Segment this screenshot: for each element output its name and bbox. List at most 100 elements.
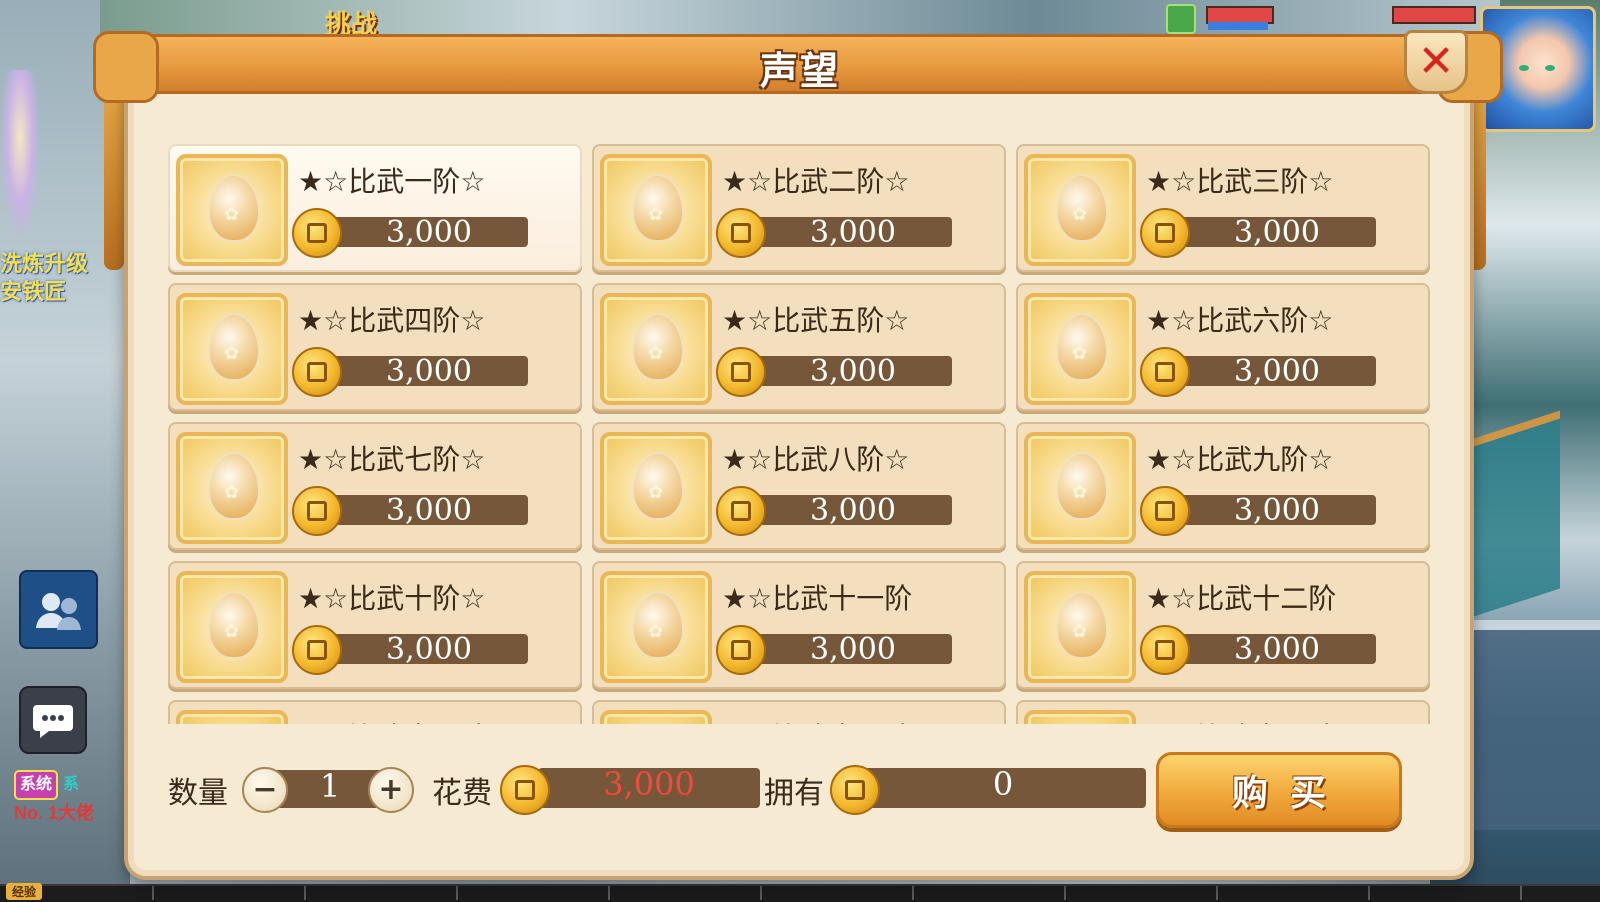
shop-item-card[interactable]: ★☆比武十五阶3,000 — [1016, 700, 1430, 724]
cost-value: 3,000 — [603, 765, 695, 803]
experience-tick — [1064, 886, 1066, 900]
experience-tick — [304, 886, 306, 900]
item-icon-frame — [176, 432, 288, 544]
egg-icon — [632, 452, 684, 520]
egg-icon — [632, 313, 684, 381]
buy-button[interactable]: 购买 — [1156, 752, 1402, 828]
egg-icon — [1056, 452, 1108, 520]
dialog-title: 声望 — [759, 49, 840, 93]
shop-item-card[interactable]: ★☆比武十一阶 3,000 — [592, 561, 1006, 689]
item-name: ★☆比武十阶☆ — [298, 582, 486, 615]
quest-tracker[interactable]: 洗炼升级 安铁匠 — [0, 250, 88, 306]
item-price: 3,000 — [810, 632, 896, 667]
quantity-plus-button[interactable]: + — [368, 767, 414, 813]
experience-tick — [760, 886, 762, 900]
item-name: ★☆比武十五阶 — [1146, 716, 1416, 724]
cost-label: 花费 — [432, 776, 492, 811]
egg-icon — [1056, 313, 1108, 381]
egg-icon — [208, 174, 260, 242]
shop-item-card[interactable]: ★☆比武九阶☆ 3,000 — [1016, 422, 1430, 550]
shop-item-card[interactable]: ★☆比武十四阶3,000 — [592, 700, 1006, 724]
system-message-text: No. 1大佬 — [14, 803, 95, 823]
experience-tick — [608, 886, 610, 900]
experience-tick — [152, 886, 154, 900]
friends-button[interactable] — [19, 570, 98, 649]
item-name: ★☆比武一阶☆ — [298, 165, 486, 198]
item-price: 3,000 — [1234, 354, 1320, 389]
decor-tassel-left — [104, 90, 124, 270]
item-name: ★☆比武三阶☆ — [1146, 165, 1334, 198]
friends-icon — [35, 592, 81, 630]
item-grid[interactable]: ★☆比武一阶☆3,000★☆比武二阶☆3,000★☆比武三阶☆3,000★☆比武… — [168, 144, 1432, 724]
item-name: ★☆比武五阶☆ — [722, 304, 910, 337]
experience-label: 经验 — [6, 883, 43, 900]
character-sprite — [0, 70, 40, 240]
egg-icon — [1056, 174, 1108, 242]
item-price: 3,000 — [1234, 493, 1320, 528]
shop-item-card[interactable]: ★☆比武四阶☆ 3,000 — [168, 283, 582, 411]
item-icon-frame — [176, 571, 288, 683]
chat-bubble-icon — [33, 705, 73, 738]
item-price: 3,000 — [810, 493, 896, 528]
experience-bar — [0, 884, 1600, 902]
experience-tick — [912, 886, 914, 900]
item-icon-frame — [600, 710, 712, 724]
chat-button[interactable] — [19, 686, 87, 754]
shop-item-card[interactable]: ★☆比武五阶☆ 3,000 — [592, 283, 1006, 411]
item-icon-frame — [1024, 154, 1136, 266]
item-icon-frame — [1024, 571, 1136, 683]
egg-icon — [208, 452, 260, 520]
experience-tick — [456, 886, 458, 900]
shop-item-card[interactable]: ★☆比武八阶☆ 3,000 — [592, 422, 1006, 550]
shop-item-card[interactable]: ★☆比武一阶☆ 3,000 — [168, 144, 582, 272]
close-icon: ✕ — [1417, 36, 1455, 87]
shop-item-card[interactable]: ★☆比武十三阶3,000 — [168, 700, 582, 724]
item-name: ★☆比武七阶☆ — [298, 443, 486, 476]
item-name: ★☆比武八阶☆ — [722, 443, 910, 476]
buy-button-label: 购买 — [1231, 773, 1348, 814]
system-channel: 系 — [63, 776, 80, 793]
item-icon-frame — [600, 154, 712, 266]
quantity-minus-button[interactable]: − — [242, 767, 288, 813]
item-name: ★☆比武六阶☆ — [1146, 304, 1334, 337]
shop-item-card[interactable]: ★☆比武七阶☆ 3,000 — [168, 422, 582, 550]
item-icon-frame — [1024, 432, 1136, 544]
experience-tick — [1368, 886, 1370, 900]
shop-item-card[interactable]: ★☆比武十二阶 3,000 — [1016, 561, 1430, 689]
shop-item-card[interactable]: ★☆比武二阶☆ 3,000 — [592, 144, 1006, 272]
item-name: ★☆比武二阶☆ — [722, 165, 910, 198]
experience-tick — [1216, 886, 1218, 900]
quest-line-1: 洗炼升级 — [0, 251, 89, 276]
item-icon-frame — [176, 293, 288, 405]
item-icon-frame — [600, 293, 712, 405]
item-icon-frame — [600, 571, 712, 683]
buff-icon[interactable] — [1166, 4, 1196, 34]
owned-label: 拥有 — [764, 776, 824, 811]
item-price: 3,000 — [1234, 632, 1320, 667]
item-price: 3,000 — [810, 354, 896, 389]
shop-item-card[interactable]: ★☆比武六阶☆ 3,000 — [1016, 283, 1430, 411]
player-hp-bar — [1392, 6, 1476, 24]
egg-icon — [632, 591, 684, 659]
egg-icon — [208, 591, 260, 659]
system-message[interactable]: 系统 系 No. 1大佬 — [14, 770, 94, 826]
close-button[interactable]: ✕ — [1404, 30, 1468, 94]
item-icon-frame — [1024, 710, 1136, 724]
quantity-value[interactable]: 1 — [290, 767, 370, 805]
item-price: 3,000 — [386, 632, 472, 667]
egg-icon — [632, 174, 684, 242]
item-icon-frame — [600, 432, 712, 544]
item-name: ★☆比武十四阶 — [722, 716, 992, 724]
item-name: ★☆比武十三阶 — [298, 716, 568, 724]
system-badge: 系统 — [14, 770, 59, 800]
item-name: ★☆比武十二阶 — [1146, 582, 1337, 615]
item-icon-frame — [176, 710, 288, 724]
experience-tick — [1520, 886, 1522, 900]
shop-item-card[interactable]: ★☆比武三阶☆ 3,000 — [1016, 144, 1430, 272]
item-price: 3,000 — [386, 354, 472, 389]
item-name: ★☆比武十一阶 — [722, 582, 913, 615]
quantity-label: 数量 — [168, 776, 228, 811]
egg-icon — [208, 313, 260, 381]
owned-value: 0 — [992, 765, 1014, 803]
shop-item-card[interactable]: ★☆比武十阶☆ 3,000 — [168, 561, 582, 689]
